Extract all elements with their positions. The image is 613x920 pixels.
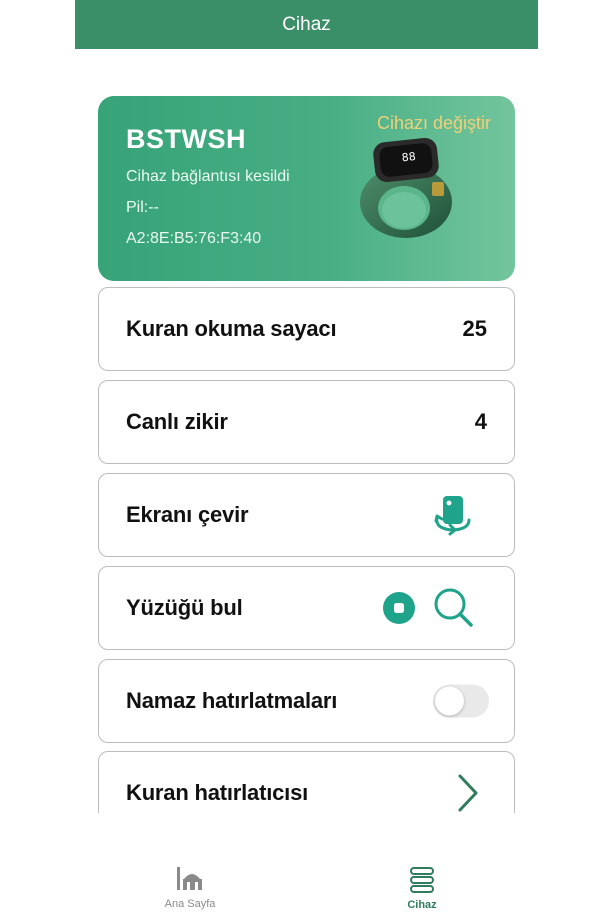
nav-home-tab[interactable]: Ana Sayfa xyxy=(140,866,240,910)
live-dhikr-value: 4 xyxy=(474,409,487,434)
prayer-reminders-label: Namaz hatırlatmaları xyxy=(126,688,338,713)
change-device-link[interactable]: Cihazı değiştir xyxy=(377,113,491,134)
live-dhikr-row[interactable]: Canlı zikir 4 xyxy=(98,380,515,464)
device-name: BSTWSH xyxy=(126,124,246,154)
live-dhikr-label: Canlı zikir xyxy=(126,409,228,434)
find-ring-label: Yüzüğü bul xyxy=(126,595,243,620)
ring-stack-icon xyxy=(410,867,434,893)
device-screen: Cihaz BSTWSH Cihaz bağlantısı kesildi Pi… xyxy=(0,0,613,920)
nav-device-label: Cihaz xyxy=(407,899,437,911)
mosque-icon xyxy=(177,867,202,890)
toggle-knob xyxy=(435,686,464,716)
battery-status: Pil:-- xyxy=(126,199,159,216)
stop-circle-icon[interactable] xyxy=(382,591,416,625)
device-card: BSTWSH Cihaz bağlantısı kesildi Pil:-- A… xyxy=(98,96,515,281)
mac-address: A2:8E:B5:76:F3:40 xyxy=(126,230,262,247)
quran-reminder-row[interactable]: Kuran hatırlatıcısı xyxy=(98,751,515,813)
search-icon[interactable] xyxy=(432,586,476,630)
connection-status: Cihaz bağlantısı kesildi xyxy=(126,168,290,185)
quran-counter-row[interactable]: Kuran okuma sayacı 25 xyxy=(98,287,515,371)
nav-device-tab[interactable]: Cihaz xyxy=(372,866,472,911)
rotate-screen-row[interactable]: Ekranı çevir xyxy=(98,473,515,557)
top-bar: Cihaz xyxy=(75,0,538,49)
bottom-nav: Ana Sayfa Cihaz xyxy=(0,813,613,920)
rotate-screen-label: Ekranı çevir xyxy=(126,502,249,527)
find-ring-row[interactable]: Yüzüğü bul xyxy=(98,566,515,650)
ring-display-text: 88 xyxy=(401,150,416,164)
smart-ring-image: 88 xyxy=(360,137,452,238)
quran-counter-value: 25 xyxy=(462,316,487,341)
chevron-right-icon[interactable] xyxy=(456,773,480,813)
prayer-reminders-row[interactable]: Namaz hatırlatmaları xyxy=(98,659,515,743)
quran-counter-label: Kuran okuma sayacı xyxy=(126,316,337,341)
page-title: Cihaz xyxy=(282,13,331,35)
prayer-reminders-toggle[interactable] xyxy=(433,684,489,718)
nav-home-label: Ana Sayfa xyxy=(164,898,216,910)
rotate-screen-icon[interactable] xyxy=(432,494,474,536)
quran-reminder-label: Kuran hatırlatıcısı xyxy=(126,780,309,805)
scroll-content[interactable]: Cihaz BSTWSH Cihaz bağlantısı kesildi Pi… xyxy=(0,0,613,813)
